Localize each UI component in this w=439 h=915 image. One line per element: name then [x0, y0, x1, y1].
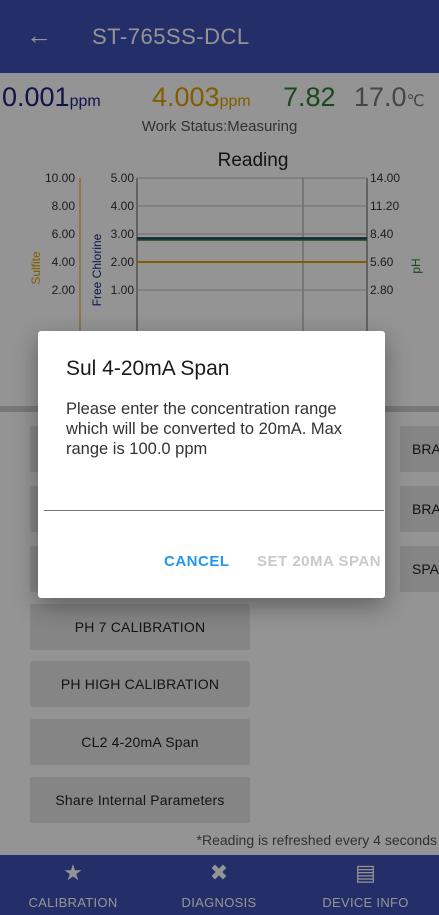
span-dialog: Sul 4-20mA Span Please enter the concent…	[38, 331, 385, 598]
set-20ma-span-button[interactable]: SET 20MA SPAN	[257, 553, 381, 570]
cancel-button[interactable]: CANCEL	[164, 553, 230, 570]
span-input[interactable]	[44, 501, 384, 511]
dialog-title: Sul 4-20mA Span	[66, 357, 230, 380]
dialog-message: Please enter the concentration range whi…	[66, 400, 343, 458]
